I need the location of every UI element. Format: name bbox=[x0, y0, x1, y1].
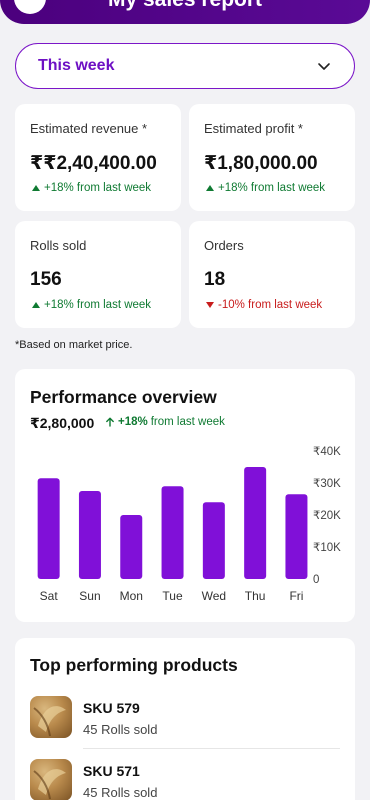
trend-down-icon bbox=[206, 302, 214, 308]
y-tick-label: ₹10K bbox=[313, 542, 341, 554]
x-tick-label: Tue bbox=[162, 589, 183, 603]
stat-delta: +18% from last week bbox=[32, 182, 151, 194]
product-item[interactable]: SKU 579 45 Rolls sold bbox=[30, 696, 340, 749]
stat-delta: +18% from last week bbox=[206, 182, 325, 194]
top-products-card: Top performing products SKU 579 45 Rolls… bbox=[15, 638, 355, 800]
chart-bar-sun[interactable] bbox=[78, 491, 101, 579]
product-sold: 45 Rolls sold bbox=[83, 722, 158, 737]
x-tick-label: Thu bbox=[245, 589, 266, 603]
stat-label: Estimated profit * bbox=[204, 121, 303, 136]
y-tick-label: ₹20K bbox=[313, 510, 341, 522]
y-tick-label: 0 bbox=[313, 574, 319, 586]
product-sku: SKU 579 bbox=[83, 700, 140, 716]
stat-value: 156 bbox=[30, 269, 62, 290]
stat-value: 18 bbox=[204, 269, 226, 290]
chart-bar-mon[interactable] bbox=[120, 515, 143, 579]
period-dropdown[interactable]: This week bbox=[15, 43, 355, 89]
performance-bar-chart: Sat Sun Mon Tue Wed Thu Fri 0 ₹10K ₹20K ₹30K ₹40K bbox=[37, 446, 341, 603]
stat-delta-text: +18% from last week bbox=[44, 182, 152, 194]
chart-bar-sat[interactable] bbox=[37, 478, 60, 579]
chart-bar-fri[interactable] bbox=[285, 494, 308, 579]
product-thumbnail bbox=[30, 759, 72, 800]
stat-card-estimated-revenue: Estimated revenue * ₹₹2,40,400.00 +18% f… bbox=[15, 104, 181, 211]
chart-bar-wed[interactable] bbox=[202, 502, 225, 579]
product-sku: SKU 571 bbox=[83, 763, 140, 779]
product-thumbnail bbox=[30, 696, 72, 738]
stat-value: ₹1,80,000.00 bbox=[204, 153, 318, 174]
x-tick-label: Sat bbox=[40, 589, 59, 603]
stat-delta: -10% from last week bbox=[206, 299, 322, 311]
stat-card-estimated-profit: Estimated profit * ₹1,80,000.00 +18% fro… bbox=[189, 104, 355, 211]
product-item[interactable]: SKU 571 45 Rolls sold bbox=[30, 759, 340, 800]
divider bbox=[83, 748, 340, 749]
y-tick-label: ₹40K bbox=[313, 446, 341, 458]
chart-bar-tue[interactable] bbox=[161, 486, 184, 579]
x-tick-label: Sun bbox=[79, 589, 100, 603]
app-header: My sales report bbox=[0, 0, 370, 24]
trend-up-icon bbox=[32, 302, 40, 308]
stat-card-orders: Orders 18 -10% from last week bbox=[189, 221, 355, 328]
performance-card: Performance overview ₹2,80,000 +18% from… bbox=[15, 369, 355, 622]
page-title: My sales report bbox=[0, 0, 370, 12]
stat-delta: +18% from last week bbox=[32, 299, 151, 311]
chevron-down-icon bbox=[318, 63, 330, 70]
stat-label: Orders bbox=[204, 238, 244, 253]
trend-up-icon bbox=[206, 185, 214, 191]
x-tick-label: Fri bbox=[289, 589, 303, 603]
y-tick-label: ₹30K bbox=[313, 478, 341, 490]
footnote: *Based on market price. bbox=[15, 339, 133, 351]
stat-delta-text: +18% from last week bbox=[44, 299, 152, 311]
period-selected-value: This week bbox=[38, 57, 115, 74]
stat-label: Rolls sold bbox=[30, 238, 87, 253]
x-tick-label: Mon bbox=[120, 589, 143, 603]
x-tick-label: Wed bbox=[202, 589, 226, 603]
trend-up-icon bbox=[32, 185, 40, 191]
top-products-title: Top performing products bbox=[30, 655, 238, 675]
stat-value: ₹₹2,40,400.00 bbox=[30, 153, 157, 174]
stat-card-rolls-sold: Rolls sold 156 +18% from last week bbox=[15, 221, 181, 328]
stat-delta-text: +18% from last week bbox=[218, 182, 326, 194]
stat-label: Estimated revenue * bbox=[30, 121, 148, 136]
product-sold: 45 Rolls sold bbox=[83, 785, 158, 800]
chart-bar-thu[interactable] bbox=[244, 467, 267, 579]
stat-delta-text: -10% from last week bbox=[218, 299, 323, 311]
